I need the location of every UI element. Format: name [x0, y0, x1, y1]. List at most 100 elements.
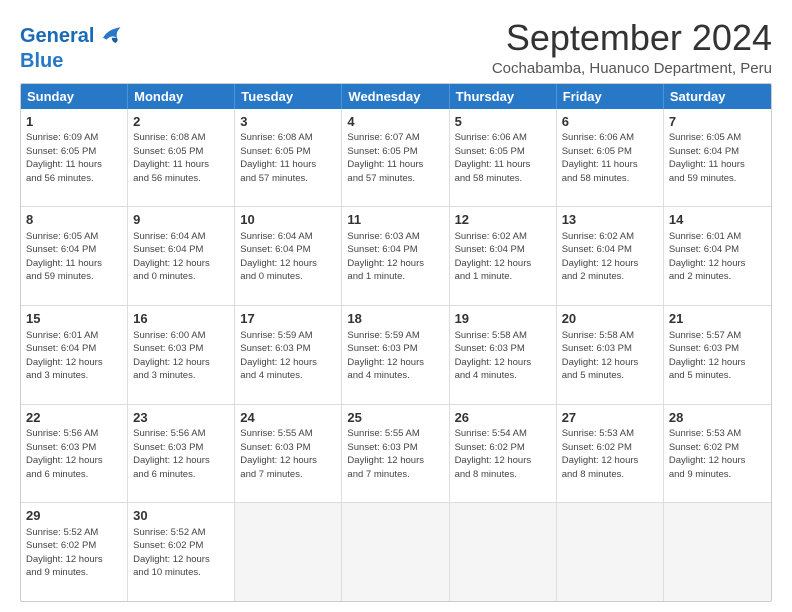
day-number: 4 [347, 113, 443, 131]
header-tuesday: Tuesday [235, 84, 342, 109]
day-info: Sunrise: 5:56 AM Sunset: 6:03 PM Dayligh… [133, 428, 210, 480]
calendar-cell: 24Sunrise: 5:55 AM Sunset: 6:03 PM Dayli… [235, 405, 342, 503]
calendar-cell: 12 Sunrise: 6:02 AM Sunset: 6:04 PM Dayli… [450, 207, 557, 305]
calendar-cell: 3Sunrise: 6:08 AM Sunset: 6:05 PM Daylig… [235, 109, 342, 207]
day-number: 7 [669, 113, 766, 131]
day-info: Sunrise: 5:55 AM Sunset: 6:03 PM Dayligh… [240, 428, 317, 480]
calendar-cell: 10Sunrise: 6:04 AM Sunset: 6:04 PM Dayli… [235, 207, 342, 305]
calendar-cell: 27Sunrise: 5:53 AM Sunset: 6:02 PM Dayli… [557, 405, 664, 503]
day-number: 6 [562, 113, 658, 131]
calendar-cell: 8Sunrise: 6:05 AM Sunset: 6:04 PM Daylig… [21, 207, 128, 305]
day-number: 15 [26, 310, 122, 328]
day-number: 22 [26, 409, 122, 427]
day-number: 11 [347, 211, 443, 229]
day-number: 18 [347, 310, 443, 328]
calendar-cell: 9Sunrise: 6:04 AM Sunset: 6:04 PM Daylig… [128, 207, 235, 305]
day-info: Sunrise: 6:01 AM Sunset: 6:04 PM Dayligh… [669, 231, 746, 283]
calendar-week-5: 29Sunrise: 5:52 AM Sunset: 6:02 PM Dayli… [21, 502, 771, 601]
calendar-header: Sunday Monday Tuesday Wednesday Thursday… [21, 84, 771, 109]
day-number: 16 [133, 310, 229, 328]
calendar-cell: 26Sunrise: 5:54 AM Sunset: 6:02 PM Dayli… [450, 405, 557, 503]
day-number: 17 [240, 310, 336, 328]
day-number: 21 [669, 310, 766, 328]
calendar-cell: 18 Sunrise: 5:59 AM Sunset: 6:03 PM Dayli… [342, 306, 449, 404]
day-info: Sunrise: 5:58 AM Sunset: 6:03 PM Dayligh… [455, 330, 532, 382]
day-info: Sunrise: 6:02 AM Sunset: 6:04 PM Dayligh… [562, 231, 639, 283]
calendar-cell [557, 503, 664, 601]
calendar-cell: 22Sunrise: 5:56 AM Sunset: 6:03 PM Dayli… [21, 405, 128, 503]
day-info: Sunrise: 6:00 AM Sunset: 6:03 PM Dayligh… [133, 330, 210, 382]
day-number: 5 [455, 113, 551, 131]
calendar-cell: 7Sunrise: 6:05 AM Sunset: 6:04 PM Daylig… [664, 109, 771, 207]
header-wednesday: Wednesday [342, 84, 449, 109]
day-info: Sunrise: 5:56 AM Sunset: 6:03 PM Dayligh… [26, 428, 103, 480]
day-number: 30 [133, 507, 229, 525]
calendar-cell: 21 Sunrise: 5:57 AM Sunset: 6:03 PM Dayli… [664, 306, 771, 404]
day-info: Sunrise: 5:57 AM Sunset: 6:03 PM Dayligh… [669, 330, 746, 382]
day-info: Sunrise: 5:53 AM Sunset: 6:02 PM Dayligh… [669, 428, 746, 480]
day-info: Sunrise: 6:02 AM Sunset: 6:04 PM Dayligh… [455, 231, 532, 283]
header-saturday: Saturday [664, 84, 771, 109]
calendar-cell: 28Sunrise: 5:53 AM Sunset: 6:02 PM Dayli… [664, 405, 771, 503]
calendar-cell [342, 503, 449, 601]
day-number: 10 [240, 211, 336, 229]
calendar-week-3: 15 Sunrise: 6:01 AM Sunset: 6:04 PM Dayli… [21, 305, 771, 404]
calendar-cell: 4Sunrise: 6:07 AM Sunset: 6:05 PM Daylig… [342, 109, 449, 207]
calendar-week-2: 8Sunrise: 6:05 AM Sunset: 6:04 PM Daylig… [21, 206, 771, 305]
day-info: Sunrise: 6:07 AM Sunset: 6:05 PM Dayligh… [347, 132, 423, 184]
calendar-cell: 30Sunrise: 5:52 AM Sunset: 6:02 PM Dayli… [128, 503, 235, 601]
day-number: 19 [455, 310, 551, 328]
calendar-week-1: 1Sunrise: 6:09 AM Sunset: 6:05 PM Daylig… [21, 109, 771, 207]
logo-icon [96, 22, 124, 50]
calendar-cell: 25Sunrise: 5:55 AM Sunset: 6:03 PM Dayli… [342, 405, 449, 503]
calendar-cell [235, 503, 342, 601]
day-info: Sunrise: 5:55 AM Sunset: 6:03 PM Dayligh… [347, 428, 424, 480]
day-info: Sunrise: 6:05 AM Sunset: 6:04 PM Dayligh… [669, 132, 745, 184]
month-title: September 2024 [492, 18, 772, 58]
calendar-cell: 16 Sunrise: 6:00 AM Sunset: 6:03 PM Dayli… [128, 306, 235, 404]
day-number: 12 [455, 211, 551, 229]
day-info: Sunrise: 5:59 AM Sunset: 6:03 PM Dayligh… [347, 330, 424, 382]
day-info: Sunrise: 5:53 AM Sunset: 6:02 PM Dayligh… [562, 428, 639, 480]
day-info: Sunrise: 5:54 AM Sunset: 6:02 PM Dayligh… [455, 428, 532, 480]
day-number: 23 [133, 409, 229, 427]
calendar-cell: 29Sunrise: 5:52 AM Sunset: 6:02 PM Dayli… [21, 503, 128, 601]
day-number: 13 [562, 211, 658, 229]
day-number: 20 [562, 310, 658, 328]
calendar-cell: 14 Sunrise: 6:01 AM Sunset: 6:04 PM Dayli… [664, 207, 771, 305]
day-info: Sunrise: 6:08 AM Sunset: 6:05 PM Dayligh… [240, 132, 316, 184]
logo: General Blue [20, 22, 124, 72]
day-info: Sunrise: 5:58 AM Sunset: 6:03 PM Dayligh… [562, 330, 639, 382]
header-friday: Friday [557, 84, 664, 109]
calendar-cell: 19 Sunrise: 5:58 AM Sunset: 6:03 PM Dayli… [450, 306, 557, 404]
header-thursday: Thursday [450, 84, 557, 109]
day-number: 24 [240, 409, 336, 427]
title-block: September 2024 Cochabamba, Huanuco Depar… [492, 18, 772, 77]
calendar-cell: 20 Sunrise: 5:58 AM Sunset: 6:03 PM Dayli… [557, 306, 664, 404]
calendar-cell: 23Sunrise: 5:56 AM Sunset: 6:03 PM Dayli… [128, 405, 235, 503]
calendar-cell: 5Sunrise: 6:06 AM Sunset: 6:05 PM Daylig… [450, 109, 557, 207]
calendar-cell: 17Sunrise: 5:59 AM Sunset: 6:03 PM Dayli… [235, 306, 342, 404]
header-monday: Monday [128, 84, 235, 109]
calendar-cell: 15 Sunrise: 6:01 AM Sunset: 6:04 PM Dayli… [21, 306, 128, 404]
day-info: Sunrise: 6:09 AM Sunset: 6:05 PM Dayligh… [26, 132, 102, 184]
page-header: General Blue September 2024 Cochabamba, … [20, 18, 772, 77]
day-info: Sunrise: 6:03 AM Sunset: 6:04 PM Dayligh… [347, 231, 424, 283]
logo-line2: Blue [20, 50, 63, 72]
calendar-grid: Sunday Monday Tuesday Wednesday Thursday… [20, 83, 772, 602]
calendar-cell [664, 503, 771, 601]
calendar-cell [450, 503, 557, 601]
calendar-cell: 1Sunrise: 6:09 AM Sunset: 6:05 PM Daylig… [21, 109, 128, 207]
calendar-cell: 6Sunrise: 6:06 AM Sunset: 6:05 PM Daylig… [557, 109, 664, 207]
day-number: 1 [26, 113, 122, 131]
calendar-body: 1Sunrise: 6:09 AM Sunset: 6:05 PM Daylig… [21, 109, 771, 601]
day-info: Sunrise: 6:01 AM Sunset: 6:04 PM Dayligh… [26, 330, 103, 382]
day-number: 28 [669, 409, 766, 427]
day-number: 3 [240, 113, 336, 131]
day-info: Sunrise: 6:08 AM Sunset: 6:05 PM Dayligh… [133, 132, 209, 184]
calendar-cell: 11 Sunrise: 6:03 AM Sunset: 6:04 PM Dayli… [342, 207, 449, 305]
day-info: Sunrise: 6:06 AM Sunset: 6:05 PM Dayligh… [455, 132, 531, 184]
calendar-cell: 13 Sunrise: 6:02 AM Sunset: 6:04 PM Dayli… [557, 207, 664, 305]
day-number: 29 [26, 507, 122, 525]
day-number: 14 [669, 211, 766, 229]
